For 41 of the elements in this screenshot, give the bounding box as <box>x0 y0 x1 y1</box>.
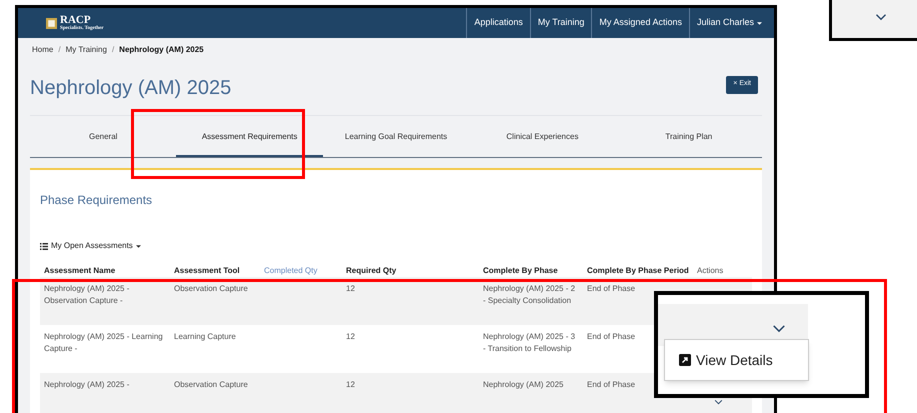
breadcrumb-link[interactable]: Nephrology (AM) 2025 <box>119 44 204 56</box>
breadcrumb-separator: / <box>112 44 114 56</box>
filter-dropdown[interactable]: My Open Assessments <box>40 240 141 252</box>
table-cell: Nephrology (AM) 2025 - Observation Capture - <box>44 284 130 305</box>
table-cell: End of Phase <box>587 332 636 341</box>
section-title: Phase Requirements <box>40 192 154 209</box>
breadcrumb-separator: / <box>58 44 61 56</box>
logo-title: RACP <box>60 15 91 26</box>
nav-link[interactable]: My Training <box>530 8 592 38</box>
table-cell: 12 <box>346 284 355 293</box>
table-cell: Observation Capture <box>174 380 248 389</box>
user-menu-button[interactable]: Julian Charles <box>688 8 774 38</box>
column-header: Assessment Name <box>43 265 116 277</box>
table-cell: Nephrology (AM) 2025 - 3 - Transition to Fellowship <box>483 332 576 353</box>
column-header: Complete By Phase <box>482 265 559 277</box>
menu-item[interactable]: View Details <box>679 350 808 370</box>
breadcrumb-link[interactable]: Home <box>32 44 54 56</box>
table-cell: Nephrology (AM) 2025 - Learning Capture - <box>44 332 163 353</box>
nav-link[interactable]: My Assigned Actions <box>591 8 689 38</box>
table-cell: Observation Capture <box>174 284 248 293</box>
tab[interactable]: General <box>30 131 176 157</box>
table-cell: 12 <box>346 332 355 341</box>
column-header: Required Qty <box>345 265 398 277</box>
tab[interactable]: Learning Goal Requirements <box>322 131 470 157</box>
table-cell: Nephrology (AM) 2025 - <box>44 380 130 389</box>
tab[interactable]: Assessment Requirements <box>176 131 323 157</box>
table-cell: Nephrology (AM) 2025 <box>483 380 564 389</box>
table-cell: Learning Capture <box>174 332 236 341</box>
tab[interactable]: Clinical Experiences <box>469 131 616 157</box>
tab[interactable]: Training Plan <box>616 131 762 157</box>
column-header[interactable]: Completed Qty <box>260 265 342 277</box>
column-header: Assessment Tool <box>173 265 241 277</box>
column-header: Complete By Phase Period <box>586 265 690 277</box>
table-cell: End of Phase <box>587 380 636 389</box>
breadcrumb-link[interactable]: My Training <box>66 44 107 56</box>
table-cell: 12 <box>346 380 355 389</box>
table-cell: Nephrology (AM) 2025 - 2 - Specialty Consolidation <box>483 284 576 305</box>
page-title: Nephrology (AM) 2025 <box>30 76 232 100</box>
column-header: Actions <box>696 265 724 277</box>
nav-link[interactable]: Applications <box>466 8 530 38</box>
table-cell: End of Phase <box>587 284 636 293</box>
